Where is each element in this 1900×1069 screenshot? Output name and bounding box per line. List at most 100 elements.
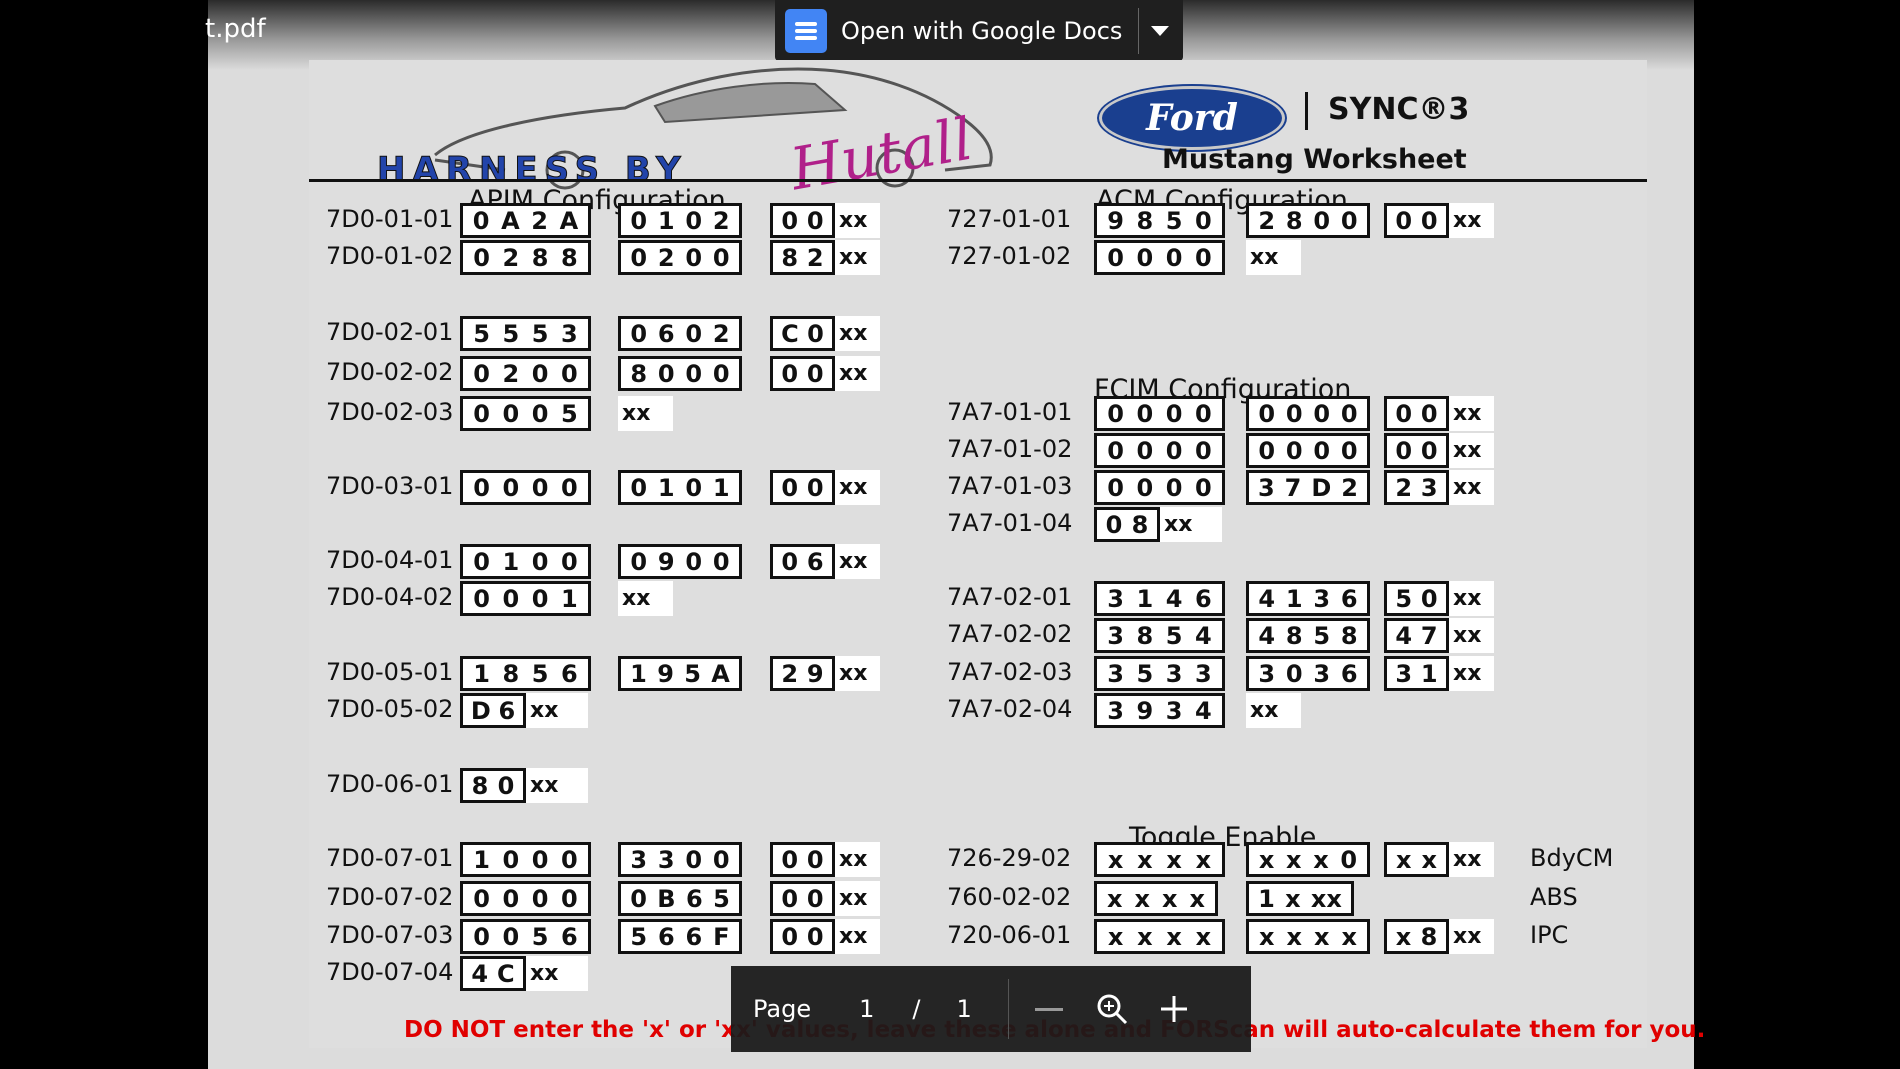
config-group-3[interactable]: 00 [770,881,835,916]
digit: xx [1310,884,1342,913]
config-group-3[interactable]: C0 [770,316,835,351]
config-group-1[interactable]: 0000 [460,881,591,916]
config-group-3[interactable]: 00 [770,356,835,391]
config-group-3[interactable]: 00 [770,470,835,505]
digit: 0 [630,319,648,348]
config-group-2[interactable]: 0602 [618,316,742,351]
config-group-3[interactable]: 00 [1384,396,1449,431]
config-group-2[interactable]: 0900 [618,544,742,579]
config-group-2[interactable]: 195A [618,656,742,691]
config-group-1[interactable]: xxxx [1094,842,1225,877]
config-group-2[interactable]: 3036 [1246,656,1370,691]
config-group-2[interactable]: 3300 [618,842,742,877]
config-group-1[interactable]: 0000 [460,470,591,505]
digit: 0 [1165,436,1183,465]
page-current[interactable]: 1 [859,995,874,1023]
config-group-3[interactable]: xx [1384,842,1449,877]
config-group-2[interactable]: xxxx [1246,919,1370,954]
config-group-3[interactable]: 23 [1384,470,1449,505]
config-group-1[interactable]: 08 [1094,507,1160,542]
config-group-3[interactable]: 50 [1384,581,1449,616]
config-group-3[interactable]: x8 [1384,919,1449,954]
config-group-3[interactable]: 00 [770,842,835,877]
config-group-2[interactable]: 0200 [618,240,742,275]
config-group-1[interactable]: 0000 [1094,240,1225,275]
digit: A [501,206,520,235]
config-group-1[interactable]: 80 [460,768,526,803]
digit: 3 [1107,659,1124,688]
config-group-1[interactable]: 0288 [460,240,591,275]
config-group-2[interactable]: 1 x xx [1246,881,1354,916]
config-group-1[interactable]: D6 [460,693,526,728]
open-with-google-docs-button[interactable]: Open with Google Docs [775,0,1183,61]
config-group-3[interactable]: 00 [1384,203,1449,238]
config-group-3[interactable]: 82 [770,240,835,275]
config-group-2[interactable]: 2800 [1246,203,1370,238]
config-group-2[interactable]: 566F [618,919,742,954]
config-group-2[interactable]: 0000 [1246,396,1370,431]
config-group-1[interactable]: 0000 [1094,470,1225,505]
config-group-2[interactable]: 4136 [1246,581,1370,616]
config-group-1[interactable]: xxxx [1094,881,1218,916]
digit: F [713,922,730,951]
file-name: t.pdf [205,14,266,44]
digit: 0 [502,845,520,874]
config-group-2[interactable]: 0B65 [618,881,742,916]
chevron-down-icon[interactable] [1151,25,1170,36]
digit: x [1195,845,1212,874]
config-group-2[interactable]: 0000 [1246,433,1370,468]
config-group-1[interactable]: 0200 [460,356,591,391]
digit: 3 [1257,473,1275,502]
row-label: 7D0-06-01 [326,770,454,798]
config-group-2[interactable]: 0101 [618,470,742,505]
config-group-1[interactable]: 4C [460,956,526,991]
brand-text: HARNESS BY [377,150,688,191]
config-group-3[interactable]: 00 [770,203,835,238]
digit: 8 [1136,206,1154,235]
digit: A [711,659,730,688]
config-group-3[interactable]: 00 [770,919,835,954]
config-group-1[interactable]: 1856 [460,656,591,691]
config-group-3[interactable]: 00 [1384,433,1449,468]
digit: x [1285,884,1301,913]
config-group-3[interactable]: 31 [1384,656,1449,691]
digit: 0 [531,399,549,428]
config-group-3[interactable]: 06 [770,544,835,579]
digit: 6 [657,319,675,348]
config-group-2[interactable]: xxx0 [1246,842,1370,877]
zoom-in-icon[interactable] [1159,994,1189,1024]
row-label: 7A7-02-01 [947,583,1073,611]
config-group-1[interactable]: 0005 [460,396,591,431]
digit: 8 [502,659,520,688]
xx-placeholder: xx [835,656,880,691]
config-group-1[interactable]: 0056 [460,919,591,954]
config-group-1[interactable]: 0000 [1094,396,1225,431]
zoom-icon[interactable] [1095,992,1129,1026]
config-group-1[interactable]: 3146 [1094,581,1225,616]
config-group-2[interactable]: 37D2 [1246,470,1370,505]
config-group-1[interactable]: 5553 [460,316,591,351]
config-group-2[interactable]: 0102 [618,203,742,238]
config-group-1[interactable]: 3934 [1094,693,1225,728]
zoom-out-icon[interactable] [1034,1007,1063,1011]
digit: 0 [657,359,675,388]
digit: 0 [502,922,520,951]
config-group-3[interactable]: 29 [770,656,835,691]
xx-placeholder: xx [835,842,880,877]
config-group-1[interactable]: 1000 [460,842,591,877]
config-group-1[interactable]: 0100 [460,544,591,579]
config-group-1[interactable]: 3854 [1094,618,1225,653]
config-group-3[interactable]: 47 [1384,618,1449,653]
config-group-2[interactable]: 8000 [618,356,742,391]
digit: 8 [781,243,799,272]
config-group-1[interactable]: 9850 [1094,203,1225,238]
digit: 0 [561,845,578,874]
config-group-1[interactable]: 0A2A [460,203,591,238]
digit: 0 [531,359,549,388]
page-total: 1 [956,995,972,1023]
config-group-1[interactable]: 0000 [1094,433,1225,468]
config-group-1[interactable]: xxxx [1094,919,1225,954]
config-group-2[interactable]: 4858 [1246,618,1370,653]
config-group-1[interactable]: 0001 [460,581,591,616]
config-group-1[interactable]: 3533 [1094,656,1225,691]
